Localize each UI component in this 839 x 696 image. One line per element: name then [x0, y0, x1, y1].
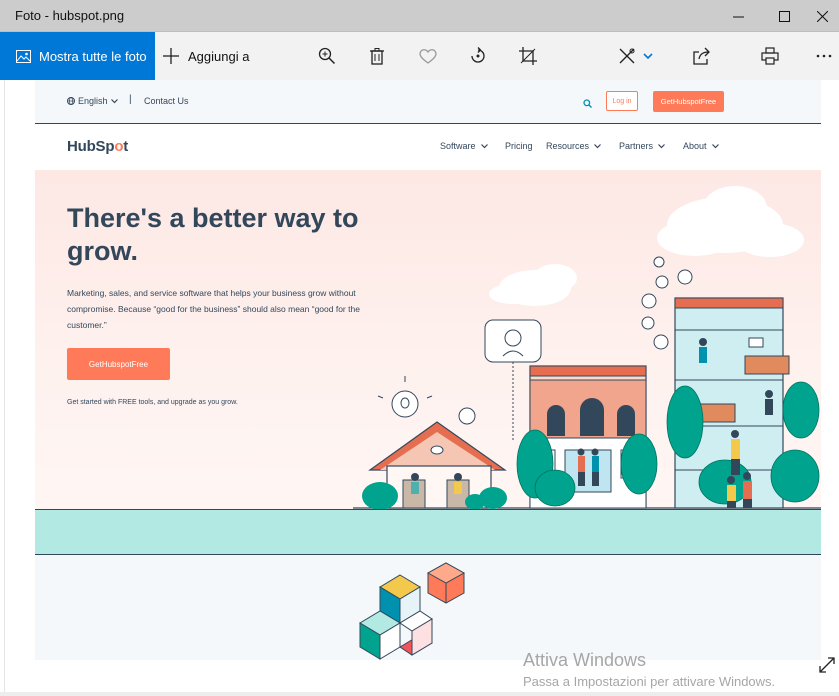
- get-hubspot-free-button[interactable]: GetHubspotFree: [653, 91, 724, 112]
- show-all-photos-button[interactable]: Mostra tutte le foto: [0, 32, 155, 80]
- app-toolbar: Mostra tutte le foto Aggiungi a: [0, 32, 839, 80]
- minimize-icon: [732, 16, 744, 17]
- plus-icon: [163, 48, 179, 64]
- more-icon: [816, 54, 832, 58]
- nav-item-about[interactable]: About: [683, 141, 719, 151]
- fullscreen-button[interactable]: [818, 656, 836, 679]
- utility-nav: English | Contact Us Log in GetHubspotFr…: [35, 80, 821, 124]
- viewer-frame-edge: [0, 80, 5, 696]
- login-button[interactable]: Log in: [606, 91, 638, 111]
- avatar-icon: [458, 407, 476, 425]
- viewer-frame-bottom: [0, 692, 839, 696]
- window-title: Foto - hubspot.png: [15, 8, 125, 23]
- zoom-in-icon: [318, 47, 336, 65]
- share-icon: [693, 47, 710, 65]
- trash-icon: [370, 47, 384, 65]
- favorite-button[interactable]: [410, 32, 446, 80]
- draw-icon: [619, 48, 635, 64]
- more-options-button[interactable]: [809, 32, 839, 80]
- language-label: English: [78, 96, 108, 106]
- cloud: [657, 186, 804, 257]
- globe-icon: [67, 97, 75, 105]
- activation-watermark-title: Attiva Windows: [523, 650, 647, 670]
- crop-button[interactable]: [510, 32, 546, 80]
- add-to-button[interactable]: Aggiungi a: [162, 32, 249, 80]
- chevron-down-icon: [480, 143, 488, 148]
- expand-icon: [819, 657, 835, 673]
- show-all-photos-label: Mostra tutte le foto: [39, 48, 147, 64]
- print-button[interactable]: [752, 32, 788, 80]
- chevron-down-icon: [711, 143, 719, 148]
- crop-icon: [519, 47, 537, 65]
- lightbulb-icon: [377, 376, 433, 418]
- edit-menu-dropdown[interactable]: [636, 32, 660, 80]
- utility-separator: |: [129, 94, 132, 105]
- printer-icon: [761, 47, 779, 65]
- delete-button[interactable]: [359, 32, 395, 80]
- nav-item-partners[interactable]: Partners: [619, 141, 665, 151]
- cloud: [489, 264, 577, 306]
- photo-icon: [16, 49, 31, 63]
- maximize-icon: [778, 10, 790, 22]
- avatar-bubble: [484, 319, 542, 363]
- nav-item-software[interactable]: Software: [440, 141, 488, 151]
- window-title-bar: Foto - hubspot.png: [0, 0, 839, 32]
- search-icon[interactable]: [583, 95, 592, 113]
- main-nav: HubSpot Software Pricing Resources Partn…: [35, 124, 821, 170]
- close-button[interactable]: [806, 0, 839, 32]
- heart-icon: [419, 49, 437, 64]
- chevron-down-icon: [110, 98, 118, 103]
- nav-item-pricing[interactable]: Pricing: [505, 141, 533, 151]
- chevron-down-icon: [643, 52, 653, 59]
- rotate-icon: [471, 47, 485, 63]
- chevron-down-icon: [594, 143, 601, 148]
- hubspot-logo[interactable]: HubSpot: [67, 138, 128, 155]
- rotate-button[interactable]: [460, 32, 496, 80]
- teal-band: [35, 509, 821, 555]
- hero-illustration: [353, 186, 821, 509]
- activation-watermark-text: Passa a Impostazioni per attivare Window…: [523, 674, 776, 689]
- zoom-button[interactable]: [309, 32, 345, 80]
- hero-section: There's a better way to grow. Marketing,…: [35, 170, 821, 509]
- close-icon: [817, 10, 828, 22]
- language-selector[interactable]: English: [67, 96, 118, 106]
- cube-illustration: [359, 562, 466, 660]
- features-section: [35, 555, 821, 660]
- add-to-label: Aggiungi a: [188, 48, 250, 64]
- image-viewport[interactable]: English | Contact Us Log in GetHubspotFr…: [35, 80, 821, 660]
- nav-item-resources[interactable]: Resources: [546, 141, 601, 151]
- chevron-down-icon: [658, 143, 665, 148]
- share-button[interactable]: [684, 32, 720, 80]
- contact-us-link[interactable]: Contact Us: [144, 96, 189, 106]
- minimize-button[interactable]: [715, 0, 761, 32]
- maximize-button[interactable]: [761, 0, 807, 32]
